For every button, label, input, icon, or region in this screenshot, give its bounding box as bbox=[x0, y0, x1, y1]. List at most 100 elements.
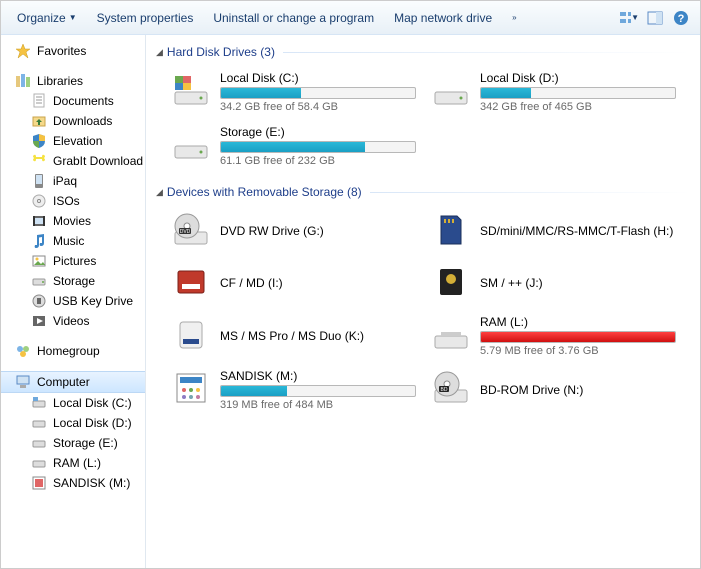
capacity-bar bbox=[220, 385, 416, 397]
sidebar-homegroup[interactable]: Homegroup bbox=[1, 341, 145, 361]
drive-k[interactable]: MS / MS Pro / MS Duo (K:) bbox=[168, 311, 418, 359]
disc-icon bbox=[31, 193, 47, 209]
svg-text:DVD: DVD bbox=[180, 229, 191, 235]
drive-icon bbox=[31, 455, 47, 471]
sidebar-item-usb[interactable]: USB Key Drive bbox=[1, 291, 145, 311]
drive-stat: 342 GB free of 465 GB bbox=[480, 101, 676, 113]
sidebar-item-isos[interactable]: ISOs bbox=[1, 191, 145, 211]
sidebar-item-ipaq[interactable]: iPaq bbox=[1, 171, 145, 191]
item-label: Music bbox=[53, 234, 84, 248]
hdd-icon bbox=[170, 123, 212, 165]
hdd-windows-icon bbox=[170, 69, 212, 111]
ms-card-icon bbox=[170, 313, 212, 355]
music-icon bbox=[31, 233, 47, 249]
drive-name: SM / ++ (J:) bbox=[480, 276, 676, 290]
chevron-down-icon: ▼ bbox=[631, 13, 639, 22]
film-icon bbox=[31, 213, 47, 229]
item-label: Downloads bbox=[53, 114, 112, 128]
sidebar-item-elevation[interactable]: Elevation bbox=[1, 131, 145, 151]
drive-d[interactable]: Local Disk (D:) 342 GB free of 465 GB bbox=[428, 67, 678, 115]
drive-name: MS / MS Pro / MS Duo (K:) bbox=[220, 329, 416, 343]
sidebar-item-videos[interactable]: Videos bbox=[1, 311, 145, 331]
drive-name: Storage (E:) bbox=[220, 125, 416, 139]
organize-button[interactable]: Organize▼ bbox=[9, 7, 85, 29]
bone-icon bbox=[31, 153, 47, 169]
sidebar-favorites[interactable]: Favorites bbox=[1, 41, 145, 61]
removable-drive-icon bbox=[430, 313, 472, 355]
sandisk-drive-icon bbox=[170, 367, 212, 409]
sidebar: Favorites Libraries Documents Downloads … bbox=[1, 35, 146, 568]
sidebar-item-grabit[interactable]: GrabIt Download bbox=[1, 151, 145, 171]
drive-name: SANDISK (M:) bbox=[220, 369, 416, 383]
help-icon: ? bbox=[673, 10, 689, 26]
sidebar-item-pictures[interactable]: Pictures bbox=[1, 251, 145, 271]
sidebar-item-disk-c[interactable]: Local Disk (C:) bbox=[1, 393, 145, 413]
group-label: Hard Disk Drives (3) bbox=[167, 45, 275, 59]
drive-n[interactable]: BD BD-ROM Drive (N:) bbox=[428, 365, 678, 413]
group-hdd[interactable]: ◢Hard Disk Drives (3) bbox=[150, 39, 690, 63]
view-options-button[interactable]: ▼ bbox=[618, 7, 640, 29]
drive-name: Local Disk (D:) bbox=[480, 71, 676, 85]
sidebar-item-documents[interactable]: Documents bbox=[1, 91, 145, 111]
group-label: Devices with Removable Storage (8) bbox=[167, 185, 362, 199]
capacity-bar bbox=[220, 141, 416, 153]
sidebar-libraries[interactable]: Libraries bbox=[1, 71, 145, 91]
sidebar-computer[interactable]: Computer bbox=[1, 371, 145, 393]
pictures-icon bbox=[31, 253, 47, 269]
star-icon bbox=[15, 43, 31, 59]
toolbar: Organize▼ System properties Uninstall or… bbox=[1, 1, 700, 35]
video-icon bbox=[31, 313, 47, 329]
item-label: SANDISK (M:) bbox=[53, 476, 130, 490]
sidebar-item-storage[interactable]: Storage bbox=[1, 271, 145, 291]
drive-name: CF / MD (I:) bbox=[220, 276, 416, 290]
drive-l[interactable]: RAM (L:)5.79 MB free of 3.76 GB bbox=[428, 311, 678, 359]
system-properties-button[interactable]: System properties bbox=[89, 7, 202, 29]
item-label: ISOs bbox=[53, 194, 80, 208]
documents-icon bbox=[31, 93, 47, 109]
item-label: RAM (L:) bbox=[53, 456, 101, 470]
item-label: Documents bbox=[53, 94, 114, 108]
drive-m[interactable]: SANDISK (M:)319 MB free of 484 MB bbox=[168, 365, 418, 413]
map-drive-button[interactable]: Map network drive bbox=[386, 7, 500, 29]
sidebar-item-disk-d[interactable]: Local Disk (D:) bbox=[1, 413, 145, 433]
drive-c[interactable]: Local Disk (C:)34.2 GB free of 58.4 GB bbox=[168, 67, 418, 115]
capacity-bar bbox=[480, 331, 676, 343]
sidebar-item-movies[interactable]: Movies bbox=[1, 211, 145, 231]
dvd-drive-icon: DVD bbox=[170, 209, 212, 251]
drive-h[interactable]: SD/mini/MMC/RS-MMC/T-Flash (H:) bbox=[428, 207, 678, 253]
favorites-label: Favorites bbox=[37, 44, 86, 58]
drive-e[interactable]: Storage (E:) 61.1 GB free of 232 GB bbox=[168, 121, 418, 169]
sidebar-item-music[interactable]: Music bbox=[1, 231, 145, 251]
content: ◢Hard Disk Drives (3) Local Disk (C:)34.… bbox=[146, 35, 700, 568]
drive-name: RAM (L:) bbox=[480, 315, 676, 329]
shield-icon bbox=[31, 133, 47, 149]
downloads-icon bbox=[31, 113, 47, 129]
toolbar-overflow-button[interactable]: » bbox=[504, 9, 524, 26]
help-button[interactable]: ? bbox=[670, 7, 692, 29]
hdd-icon bbox=[430, 69, 472, 111]
drive-icon bbox=[31, 415, 47, 431]
chevron-down-icon: ▼ bbox=[69, 13, 77, 22]
sidebar-item-disk-m[interactable]: SANDISK (M:) bbox=[1, 473, 145, 493]
drive-stat: 61.1 GB free of 232 GB bbox=[220, 155, 416, 167]
svg-text:BD: BD bbox=[441, 387, 448, 393]
item-label: Pictures bbox=[53, 254, 96, 268]
drive-j[interactable]: SM / ++ (J:) bbox=[428, 259, 678, 305]
group-removable[interactable]: ◢Devices with Removable Storage (8) bbox=[150, 179, 690, 203]
homegroup-icon bbox=[15, 343, 31, 359]
capacity-bar bbox=[220, 87, 416, 99]
drive-g[interactable]: DVD DVD RW Drive (G:) bbox=[168, 207, 418, 253]
computer-label: Computer bbox=[37, 375, 90, 389]
drive-name: DVD RW Drive (G:) bbox=[220, 224, 416, 238]
item-label: iPaq bbox=[53, 174, 77, 188]
preview-pane-button[interactable] bbox=[644, 7, 666, 29]
sidebar-item-disk-e[interactable]: Storage (E:) bbox=[1, 433, 145, 453]
homegroup-label: Homegroup bbox=[37, 344, 100, 358]
sidebar-item-downloads[interactable]: Downloads bbox=[1, 111, 145, 131]
sm-card-icon bbox=[430, 261, 472, 303]
drive-name: Local Disk (C:) bbox=[220, 71, 416, 85]
drive-name: BD-ROM Drive (N:) bbox=[480, 383, 676, 397]
drive-i[interactable]: CF / MD (I:) bbox=[168, 259, 418, 305]
sidebar-item-disk-l[interactable]: RAM (L:) bbox=[1, 453, 145, 473]
uninstall-button[interactable]: Uninstall or change a program bbox=[205, 7, 382, 29]
